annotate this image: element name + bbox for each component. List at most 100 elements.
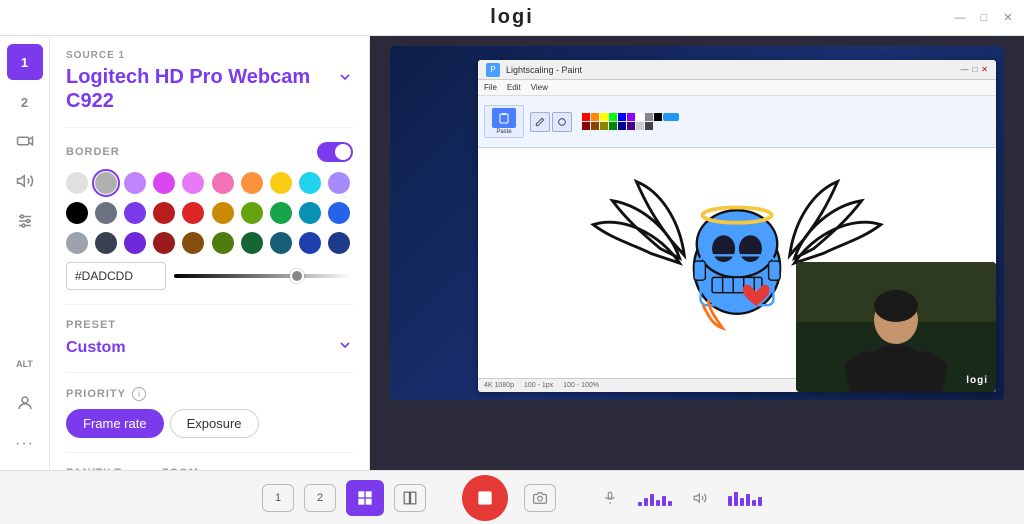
mic-btn[interactable]	[592, 480, 628, 516]
color-swatch-pink1[interactable]	[182, 172, 204, 194]
frame-rate-btn[interactable]: Frame rate	[66, 409, 164, 438]
color-swatch-forest[interactable]	[241, 232, 263, 254]
sidebar-item-sliders[interactable]	[7, 204, 43, 240]
sidebar-item-1[interactable]: 1	[7, 44, 43, 80]
color-swatch-crimson[interactable]	[153, 232, 175, 254]
color-swatch-blue[interactable]	[328, 202, 350, 224]
alt-icon: ALT	[16, 359, 33, 369]
pip-person-view: logi	[796, 262, 996, 392]
divider-3	[66, 372, 353, 373]
volume-btn[interactable]	[682, 480, 718, 516]
source-name-row: Logitech HD Pro Webcam C922	[66, 65, 353, 113]
sidebar-item-video[interactable]	[7, 124, 43, 160]
color-swatch-charcoal[interactable]	[95, 232, 117, 254]
sidebar-item-2[interactable]: 2	[7, 84, 43, 120]
source-1-icon: 1	[21, 55, 28, 70]
minimize-btn[interactable]: —	[954, 12, 966, 24]
layout-2-btn[interactable]	[394, 484, 426, 512]
color-swatch-deepviolet[interactable]	[124, 232, 146, 254]
color-swatch-lavender[interactable]	[328, 172, 350, 194]
mic-level-bars	[638, 490, 672, 506]
main-container: 1 2	[0, 36, 1024, 470]
border-label: BORDER	[66, 146, 120, 158]
app-logo: logi	[490, 6, 534, 29]
preset-value: Custom	[66, 339, 126, 357]
color-swatch-red[interactable]	[182, 202, 204, 224]
user-icon	[16, 394, 34, 415]
volume-icon	[16, 172, 34, 193]
source-2-icon: 2	[21, 95, 28, 110]
color-swatch-cyan[interactable]	[299, 202, 321, 224]
color-swatch-darkred[interactable]	[153, 202, 175, 224]
source-label: SOURCE 1	[66, 50, 353, 61]
menu-view: View	[531, 83, 548, 92]
layout-1-btn[interactable]	[346, 480, 384, 516]
bottom-source-1-btn[interactable]: 1	[262, 484, 294, 512]
divider-4	[66, 452, 353, 453]
status-dimensions: 4K 1080p	[484, 382, 514, 389]
color-swatch-purple2[interactable]	[153, 172, 175, 194]
color-swatch-darknavy[interactable]	[328, 232, 350, 254]
paint-title: Lightscaling - Paint	[506, 65, 582, 75]
bottom-source-2-btn[interactable]: 2	[304, 484, 336, 512]
border-toggle[interactable]	[317, 142, 353, 162]
status-size: 100 - 1px	[524, 382, 553, 389]
color-swatch-purple3[interactable]	[124, 202, 146, 224]
color-swatch-pink2[interactable]	[212, 172, 234, 194]
color-swatch-yellow[interactable]	[270, 172, 292, 194]
record-btn[interactable]	[462, 475, 508, 521]
sidebar-item-volume[interactable]	[7, 164, 43, 200]
control-panel: SOURCE 1 Logitech HD Pro Webcam C922 BOR…	[50, 36, 370, 470]
camera-btn[interactable]	[524, 484, 556, 512]
border-section-header: BORDER	[66, 142, 353, 162]
menu-file: File	[484, 83, 497, 92]
color-swatch-purple1[interactable]	[124, 172, 146, 194]
close-btn[interactable]: ✕	[1002, 12, 1014, 24]
color-swatch-lightgray2[interactable]	[66, 232, 88, 254]
color-swatch-orange[interactable]	[241, 172, 263, 194]
exposure-btn[interactable]: Exposure	[170, 409, 259, 438]
status-zoom: 100 - 100%	[563, 382, 599, 389]
color-swatch-navy[interactable]	[299, 232, 321, 254]
color-swatch-amber[interactable]	[212, 202, 234, 224]
color-swatch-brown[interactable]	[182, 232, 204, 254]
priority-info-icon[interactable]: i	[132, 387, 146, 401]
priority-label: PRIORITY	[66, 388, 126, 400]
color-swatch-green1[interactable]	[241, 202, 263, 224]
sliders-icon	[16, 212, 34, 233]
color-swatch-w1[interactable]	[66, 172, 88, 194]
color-swatch-black[interactable]	[66, 202, 88, 224]
color-swatch-darkgray[interactable]	[95, 202, 117, 224]
preset-label: PRESET	[66, 319, 353, 331]
icon-sidebar: 1 2	[0, 36, 50, 470]
window-controls: — □ ✕	[954, 0, 1014, 35]
preset-row: Custom	[66, 337, 353, 358]
pip-logi-logo: logi	[966, 375, 988, 386]
more-icon: ···	[15, 435, 34, 453]
color-swatch-gray[interactable]	[95, 172, 117, 194]
volume-level-bars	[728, 490, 762, 506]
divider-1	[66, 127, 353, 128]
maximize-btn[interactable]: □	[978, 12, 990, 24]
sidebar-item-alt[interactable]: ALT	[7, 346, 43, 382]
preset-dropdown-btn[interactable]	[337, 337, 353, 358]
color-grid-2	[66, 202, 353, 224]
hex-slider[interactable]	[174, 274, 353, 278]
color-swatch-darkcyan[interactable]	[270, 232, 292, 254]
color-grid-1	[66, 172, 353, 194]
color-grid-3	[66, 232, 353, 254]
video-icon	[16, 132, 34, 153]
hex-input[interactable]	[66, 262, 166, 290]
hex-row	[66, 262, 353, 290]
divider-2	[66, 304, 353, 305]
pip-webcam: logi	[796, 262, 996, 392]
color-swatch-green2[interactable]	[270, 202, 292, 224]
audio-controls	[592, 480, 762, 516]
menu-edit: Edit	[507, 83, 521, 92]
priority-row: Frame rate Exposure	[66, 409, 353, 438]
color-swatch-teal[interactable]	[299, 172, 321, 194]
source-dropdown-btn[interactable]	[337, 69, 353, 90]
color-swatch-olive[interactable]	[212, 232, 234, 254]
sidebar-item-user[interactable]	[7, 386, 43, 422]
sidebar-item-more[interactable]: ···	[7, 426, 43, 462]
